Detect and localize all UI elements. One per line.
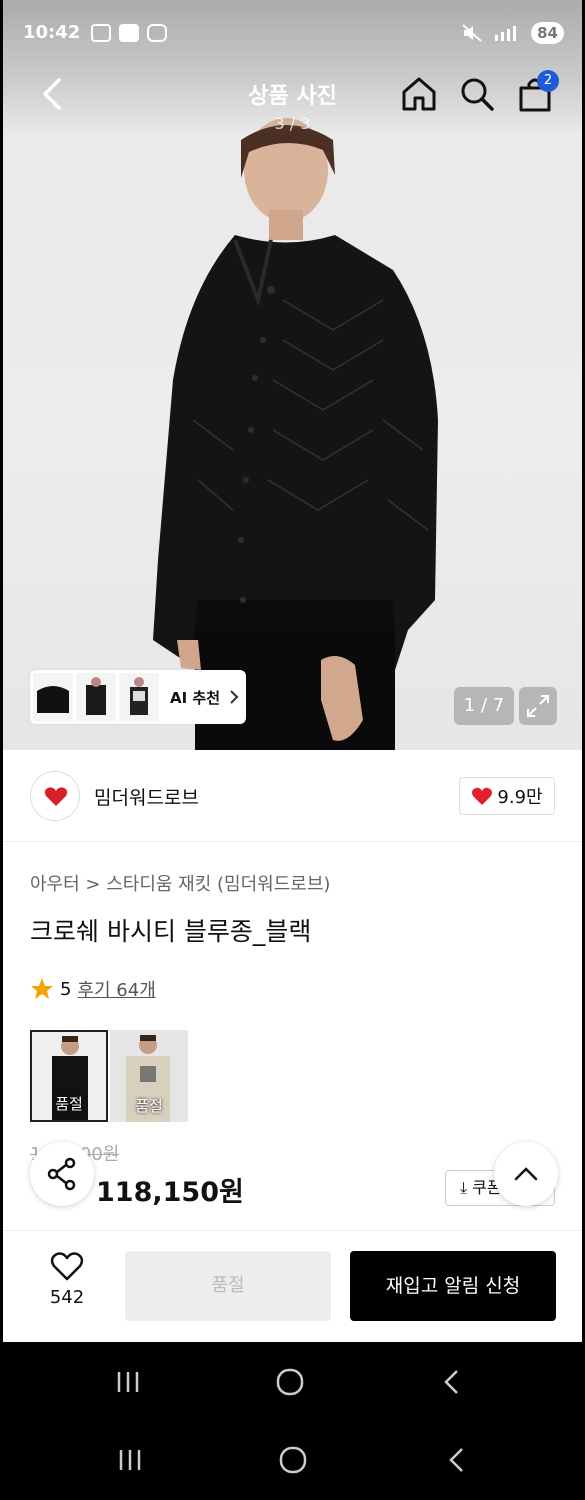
heart-filled-icon bbox=[472, 787, 493, 805]
search-icon[interactable] bbox=[457, 74, 497, 114]
ai-recommend-label: AI 추천 bbox=[170, 688, 221, 707]
brand-logo[interactable] bbox=[30, 771, 80, 821]
signal-icon bbox=[495, 26, 517, 41]
ai-thumb bbox=[119, 673, 159, 721]
share-icon bbox=[47, 1157, 76, 1191]
restock-alert-button[interactable]: 재입고 알림 신청 bbox=[350, 1251, 556, 1321]
ai-thumb bbox=[33, 673, 73, 721]
recent-apps-icon[interactable] bbox=[110, 1440, 150, 1480]
star-icon bbox=[31, 978, 53, 999]
mute-icon bbox=[462, 24, 482, 42]
brand-like-count: 9.9만 bbox=[497, 787, 543, 808]
brand-row: 밈더워드로브 9.9만 bbox=[3, 750, 582, 842]
home-nav-icon[interactable] bbox=[270, 1362, 310, 1402]
expand-button[interactable] bbox=[519, 687, 557, 725]
back-nav-icon[interactable] bbox=[432, 1362, 472, 1402]
breadcrumb[interactable]: 아우터 > 스타디움 재킷 (밈더워드로브) bbox=[30, 870, 330, 896]
home-icon[interactable] bbox=[399, 74, 439, 114]
sale-price: 118,150원 bbox=[96, 1177, 244, 1208]
system-nav-bar bbox=[0, 1342, 585, 1420]
ai-recommend-chip[interactable]: AI 추천 bbox=[30, 670, 246, 724]
brand-name[interactable]: 밈더워드로브 bbox=[94, 783, 199, 810]
cart-button[interactable]: 2 bbox=[515, 70, 559, 114]
color-option-cream[interactable]: 품절 bbox=[110, 1030, 188, 1122]
color-option-black[interactable]: 품절 bbox=[30, 1030, 108, 1122]
status-bar: 10:42 84 bbox=[3, 16, 582, 52]
battery-indicator: 84 bbox=[531, 22, 564, 44]
share-button[interactable] bbox=[30, 1142, 94, 1206]
product-photo[interactable]: 10:42 84 상품 사진 3 / 3 2 AI 추천 1 / 7 bbox=[3, 0, 582, 750]
review-link[interactable]: 후기 64개 bbox=[77, 976, 155, 1002]
ai-thumb bbox=[76, 673, 116, 721]
recent-apps-icon[interactable] bbox=[108, 1362, 148, 1402]
youtube-icon bbox=[119, 24, 139, 42]
rating-row: 5 후기 64개 bbox=[30, 976, 156, 1002]
wishlist-count: 542 bbox=[49, 1287, 85, 1308]
rating-value: 5 bbox=[60, 978, 72, 1000]
wishlist-button[interactable]: 542 bbox=[30, 1251, 104, 1321]
soldout-button[interactable]: 품절 bbox=[125, 1251, 331, 1321]
screenshot-icon bbox=[91, 24, 111, 42]
notification-icons bbox=[91, 24, 167, 42]
cart-count-badge: 2 bbox=[537, 70, 559, 92]
chevron-up-icon bbox=[514, 1167, 538, 1181]
back-nav-icon[interactable] bbox=[437, 1440, 477, 1480]
chevron-right-icon bbox=[230, 690, 239, 704]
scroll-top-button[interactable] bbox=[494, 1142, 558, 1206]
heart-outline-icon bbox=[50, 1252, 84, 1281]
product-title: 크로쉐 바시티 블루종_블랙 bbox=[30, 917, 312, 946]
expand-icon bbox=[527, 695, 549, 717]
instagram-icon bbox=[147, 24, 167, 42]
product-photo-screen: 10:42 84 상품 사진 3 / 3 2 AI 추천 1 / 7 밈더워드로… bbox=[3, 0, 582, 1342]
bottom-action-bar: 542 품절 재입고 알림 신청 bbox=[3, 1230, 582, 1342]
option-status: 품절 bbox=[55, 1095, 83, 1113]
top-nav-bar: 상품 사진 3 / 3 2 bbox=[3, 64, 582, 133]
brand-like-button[interactable]: 9.9만 bbox=[459, 777, 555, 815]
home-nav-icon[interactable] bbox=[273, 1440, 313, 1480]
status-right-icons: 84 bbox=[461, 22, 564, 44]
option-status: 품절 bbox=[135, 1097, 163, 1115]
heart-logo-icon bbox=[44, 787, 68, 806]
download-icon: ⤓ bbox=[460, 1178, 468, 1197]
photo-counter: 3 / 3 bbox=[274, 114, 311, 133]
gallery-page-indicator: 1 / 7 bbox=[454, 687, 514, 725]
system-nav-bar-secondary bbox=[0, 1420, 585, 1498]
status-time: 10:42 bbox=[23, 22, 81, 43]
